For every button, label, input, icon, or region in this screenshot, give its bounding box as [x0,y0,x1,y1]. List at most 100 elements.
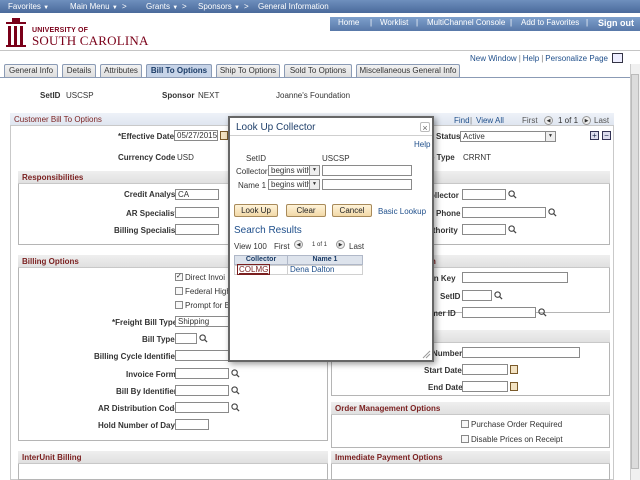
phone-input[interactable] [462,207,546,218]
worklist-link[interactable]: Worklist [380,18,408,27]
effective-date-input[interactable]: 05/27/2015 [174,130,218,141]
credit-analyst-label: Credit Analyst [124,190,178,199]
add-favorites-link[interactable]: Add to Favorites [521,18,579,27]
next-icon[interactable]: ▶ [336,240,345,249]
personalize-link[interactable]: Personalize Page [545,54,608,63]
search-icon[interactable] [508,225,517,234]
new-window-link[interactable]: New Window [470,54,517,63]
number-input[interactable] [462,347,580,358]
prev-icon[interactable]: ◀ [544,116,553,125]
menu-favorites[interactable]: Favorites ▼ [8,2,49,11]
hold-days-input[interactable] [175,419,209,430]
collector-search-input[interactable] [322,165,412,176]
resize-grip-icon[interactable] [422,350,431,359]
prompt-for-checkbox[interactable] [175,301,183,309]
tab-bill-to-options[interactable]: Bill To Options [146,64,212,78]
help-link[interactable]: Help [523,54,539,63]
tab-attributes[interactable]: Attributes [100,64,142,78]
search-icon[interactable] [548,208,557,217]
billing-specialist-input[interactable] [175,224,219,235]
ar-distribution-input[interactable] [175,402,229,413]
find-link[interactable]: Find [454,116,470,125]
cancel-button[interactable]: Cancel [332,204,372,217]
interunit-header: InterUnit Billing [18,451,328,464]
menu-sponsors[interactable]: Sponsors ▼ [198,2,240,11]
right-setid-input[interactable] [462,290,492,301]
direct-invoicing-checkbox[interactable] [175,272,183,281]
calendar-icon[interactable] [510,365,518,374]
search-icon[interactable] [494,291,503,300]
results-first-label[interactable]: First [274,242,290,251]
disable-prices-checkbox[interactable] [461,435,469,443]
search-icon[interactable] [538,308,547,317]
logo-south-carolina: SOUTH CAROLINA [32,33,149,48]
collector-code-link[interactable]: COLMG [237,264,271,275]
end-date-input[interactable] [462,381,508,392]
tab-details[interactable]: Details [62,64,96,78]
calendar-icon[interactable] [510,382,518,391]
tab-misc-general-info[interactable]: Miscellaneous General Info [356,64,460,78]
federal-highway-checkbox[interactable] [175,287,183,295]
on-key-input[interactable] [462,272,568,283]
number-label: Number [432,349,463,358]
menu-main[interactable]: Main Menu ▼ [70,2,118,11]
invoice-form-input[interactable] [175,368,229,379]
basic-lookup-link[interactable]: Basic Lookup [378,207,426,216]
tab-sold-to-options[interactable]: Sold To Options [284,64,352,78]
calendar-icon[interactable] [220,131,228,140]
collector-name-link[interactable]: Dena Dalton [290,265,334,274]
clear-button[interactable]: Clear [286,204,326,217]
name1-search-input[interactable] [322,179,412,190]
sponsor-label: Sponsor [162,91,195,100]
customer-id-input[interactable] [462,307,536,318]
ar-specialist-input[interactable] [175,207,219,218]
print-icon[interactable] [612,53,623,63]
add-row-icon[interactable]: + [590,131,599,140]
dialog-help-link[interactable]: Help [414,140,430,149]
rate-type-value: CRRNT [463,153,491,162]
credit-analyst-input[interactable]: CA [175,189,219,200]
next-icon[interactable]: ▶ [582,116,591,125]
first-label[interactable]: First [522,116,538,125]
search-icon[interactable] [231,403,240,412]
collector-operator-select[interactable]: begins with ▼ [268,165,320,176]
home-link[interactable]: Home [338,18,359,27]
search-icon[interactable] [231,386,240,395]
billing-cycle-input[interactable] [175,350,229,361]
search-icon[interactable] [231,369,240,378]
view-all-link[interactable]: View All [476,116,504,125]
close-icon[interactable]: × [420,122,430,133]
col-header-name1[interactable]: Name 1 [287,255,363,265]
prev-icon[interactable]: ◀ [294,240,303,249]
results-last-label[interactable]: Last [349,242,364,251]
delete-row-icon[interactable]: − [602,131,611,140]
status-value: Active [463,132,485,141]
scrollbar-thumb[interactable] [631,74,639,469]
look-up-button[interactable]: Look Up [234,204,278,217]
table-row[interactable]: COLMG [234,264,288,275]
table-row-name[interactable]: Dena Dalton [287,265,363,275]
collector-input[interactable] [462,189,506,200]
search-icon[interactable] [199,334,208,343]
direct-invoicing-label: Direct Invoi [185,273,226,282]
name1-operator-select[interactable]: begins with ▼ [268,179,320,190]
tab-ship-to-options[interactable]: Ship To Options [216,64,280,78]
start-date-label: Start Date [424,366,462,375]
last-label[interactable]: Last [594,116,609,125]
setid-value: USCSP [66,91,94,100]
multichannel-link[interactable]: MultiChannel Console [427,18,505,27]
bill-by-input[interactable] [175,385,229,396]
sign-out-link[interactable]: Sign out [598,18,634,28]
freight-bill-type-select[interactable]: Shipping [175,316,231,327]
tab-general-info[interactable]: General Info [4,64,58,78]
right-setid-label: SetID [440,292,461,301]
search-icon[interactable] [508,190,517,199]
start-date-input[interactable] [462,364,508,375]
view-100-link[interactable]: View 100 [234,242,267,251]
menu-general-info[interactable]: General Information [258,2,329,11]
po-required-checkbox[interactable] [461,420,469,428]
bill-type-input[interactable] [175,333,197,344]
status-select[interactable]: Active ▼ [460,131,556,142]
menu-grants[interactable]: Grants ▼ [146,2,178,11]
authority-input[interactable] [462,224,506,235]
